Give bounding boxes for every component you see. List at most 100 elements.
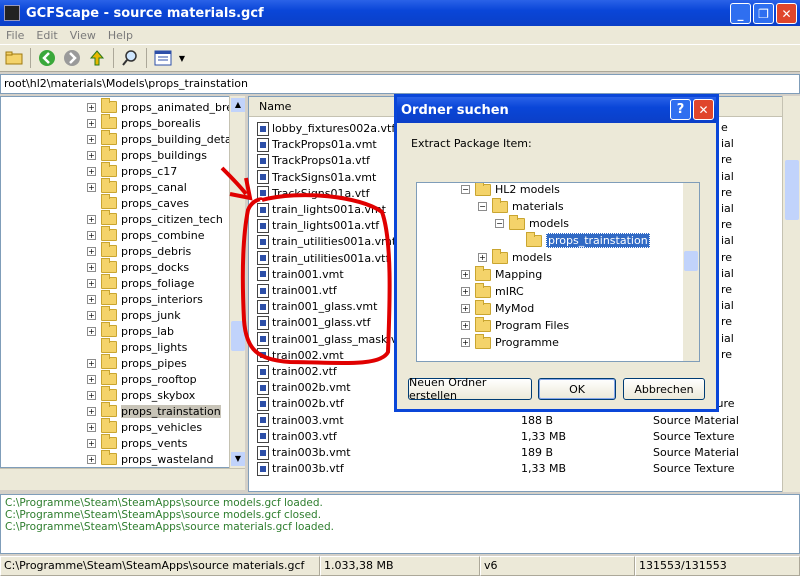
cancel-button[interactable]: Abbrechen xyxy=(623,378,705,400)
file-row[interactable]: train003b.vmt 189 B Source Material xyxy=(249,444,789,461)
tree-item[interactable]: + props_foliage xyxy=(87,274,194,291)
dialog-scrollbar[interactable] xyxy=(683,183,699,361)
expand-icon[interactable]: + xyxy=(478,253,487,262)
file-row[interactable]: train003b.vtf 1,33 MB Source Texture xyxy=(249,460,789,477)
tree-item[interactable]: + props_rooftop xyxy=(87,370,197,387)
file-row[interactable]: train003.vmt 188 B Source Material xyxy=(249,412,789,429)
tree-item[interactable]: + props_c17 xyxy=(87,162,177,179)
tree-item[interactable]: + props_skybox xyxy=(87,386,195,403)
help-button[interactable]: ? xyxy=(670,99,691,120)
expand-icon[interactable]: + xyxy=(87,374,96,384)
expand-icon[interactable]: + xyxy=(87,214,96,224)
collapse-icon[interactable]: − xyxy=(461,185,470,194)
folder-icon xyxy=(101,322,117,337)
chevron-down-icon[interactable]: ▼ xyxy=(177,47,187,69)
expand-icon[interactable]: + xyxy=(87,134,96,144)
expand-icon[interactable]: + xyxy=(87,406,96,416)
list-scrollbar[interactable] xyxy=(782,96,800,492)
back-icon[interactable] xyxy=(36,47,58,69)
scroll-thumb[interactable] xyxy=(231,321,245,351)
dialog-tree-item[interactable]: − models xyxy=(495,214,569,232)
tree-item[interactable]: + props_debris xyxy=(87,242,191,259)
dialog-tree-item[interactable]: + MyMod xyxy=(461,299,534,317)
expand-icon[interactable]: + xyxy=(87,454,96,464)
expand-icon[interactable]: + xyxy=(461,321,470,330)
dialog-tree-item[interactable]: − materials xyxy=(478,197,564,215)
tree-item[interactable]: + props_vents xyxy=(87,434,188,451)
folder-icon xyxy=(492,197,508,213)
expand-icon[interactable]: + xyxy=(87,150,96,160)
new-folder-button[interactable]: Neuen Ordner erstellen xyxy=(408,376,532,402)
collapse-icon[interactable]: − xyxy=(495,219,504,228)
tree-item[interactable]: + props_pipes xyxy=(87,354,187,371)
tree-item[interactable]: + props_trainstation xyxy=(87,402,221,419)
dialog-scroll-thumb[interactable] xyxy=(684,251,698,271)
tree-item[interactable]: + props_citizen_tech xyxy=(87,210,223,227)
expand-icon[interactable]: + xyxy=(87,310,96,320)
list-scroll-thumb[interactable] xyxy=(785,160,799,220)
maximize-button[interactable]: ❐ xyxy=(753,3,774,24)
tree-item[interactable]: props_lights xyxy=(87,338,187,355)
expand-icon[interactable]: + xyxy=(87,182,96,192)
column-name[interactable]: Name xyxy=(259,100,291,113)
dialog-tree-item[interactable]: + mIRC xyxy=(461,282,524,300)
dialog-tree-item[interactable]: + Program Files xyxy=(461,316,569,334)
tree-item[interactable]: + props_docks xyxy=(87,258,189,275)
collapse-icon[interactable]: − xyxy=(478,202,487,211)
expand-icon[interactable]: + xyxy=(461,304,470,313)
close-button[interactable]: ✕ xyxy=(776,3,797,24)
expand-icon[interactable]: + xyxy=(87,230,96,240)
expand-icon[interactable]: + xyxy=(87,262,96,272)
tree-item-label: props_rooftop xyxy=(121,372,197,386)
menu-file[interactable]: File xyxy=(6,29,24,42)
tree-item[interactable]: + props_borealis xyxy=(87,114,201,131)
tree-item[interactable]: + props_junk xyxy=(87,306,181,323)
expand-icon[interactable]: + xyxy=(461,287,470,296)
expand-icon[interactable]: + xyxy=(87,358,96,368)
minimize-button[interactable]: _ xyxy=(730,3,751,24)
tree-item[interactable]: + props_combine xyxy=(87,226,204,243)
ok-button[interactable]: OK xyxy=(538,378,616,400)
tree-item[interactable]: + props_interiors xyxy=(87,290,203,307)
expand-icon[interactable]: + xyxy=(461,270,470,279)
view-mode-icon[interactable] xyxy=(152,47,174,69)
tree-scrollbar[interactable]: ▲ ▼ xyxy=(229,96,245,468)
menu-edit[interactable]: Edit xyxy=(36,29,57,42)
dialog-close-button[interactable]: ✕ xyxy=(693,99,714,120)
scroll-down-icon[interactable]: ▼ xyxy=(231,452,245,466)
forward-icon[interactable] xyxy=(61,47,83,69)
expand-icon[interactable]: + xyxy=(87,294,96,304)
expand-icon[interactable]: + xyxy=(87,246,96,256)
tree-item[interactable]: + props_building_details xyxy=(87,130,243,147)
dialog-tree-item[interactable]: + Mapping xyxy=(461,265,542,283)
tree-item[interactable]: + props_vehicles xyxy=(87,418,202,435)
path-bar[interactable]: root\hl2\materials\Models\props_trainsta… xyxy=(0,74,800,94)
menu-help[interactable]: Help xyxy=(108,29,133,42)
expand-icon[interactable]: + xyxy=(87,438,96,448)
tree-item[interactable]: + props_wasteland xyxy=(87,450,214,467)
tree-hscrollbar[interactable] xyxy=(0,468,245,490)
menu-view[interactable]: View xyxy=(70,29,96,42)
file-row[interactable]: train003.vtf 1,33 MB Source Texture xyxy=(249,428,789,445)
dialog-tree-item[interactable]: + models xyxy=(478,248,552,266)
dialog-tree-item[interactable]: + Programme xyxy=(461,333,559,351)
tree-item[interactable]: + props_animated_breal xyxy=(87,98,243,115)
tree-item[interactable]: props_caves xyxy=(87,194,189,211)
expand-icon[interactable]: + xyxy=(87,102,96,112)
search-icon[interactable] xyxy=(119,47,141,69)
up-icon[interactable] xyxy=(86,47,108,69)
dialog-tree-item[interactable]: − HL2 models xyxy=(461,183,560,198)
expand-icon[interactable]: + xyxy=(87,118,96,128)
tree-item[interactable]: + props_lab xyxy=(87,322,174,339)
expand-icon[interactable]: + xyxy=(87,422,96,432)
expand-icon[interactable]: + xyxy=(87,390,96,400)
tree-item[interactable]: + props_buildings xyxy=(87,146,207,163)
expand-icon[interactable]: + xyxy=(87,326,96,336)
dialog-tree-item[interactable]: props_trainstation xyxy=(512,231,650,249)
expand-icon[interactable]: + xyxy=(87,166,96,176)
expand-icon[interactable]: + xyxy=(87,278,96,288)
open-folder-icon[interactable] xyxy=(3,47,25,69)
scroll-up-icon[interactable]: ▲ xyxy=(231,98,245,112)
tree-item[interactable]: + props_canal xyxy=(87,178,187,195)
expand-icon[interactable]: + xyxy=(461,338,470,347)
